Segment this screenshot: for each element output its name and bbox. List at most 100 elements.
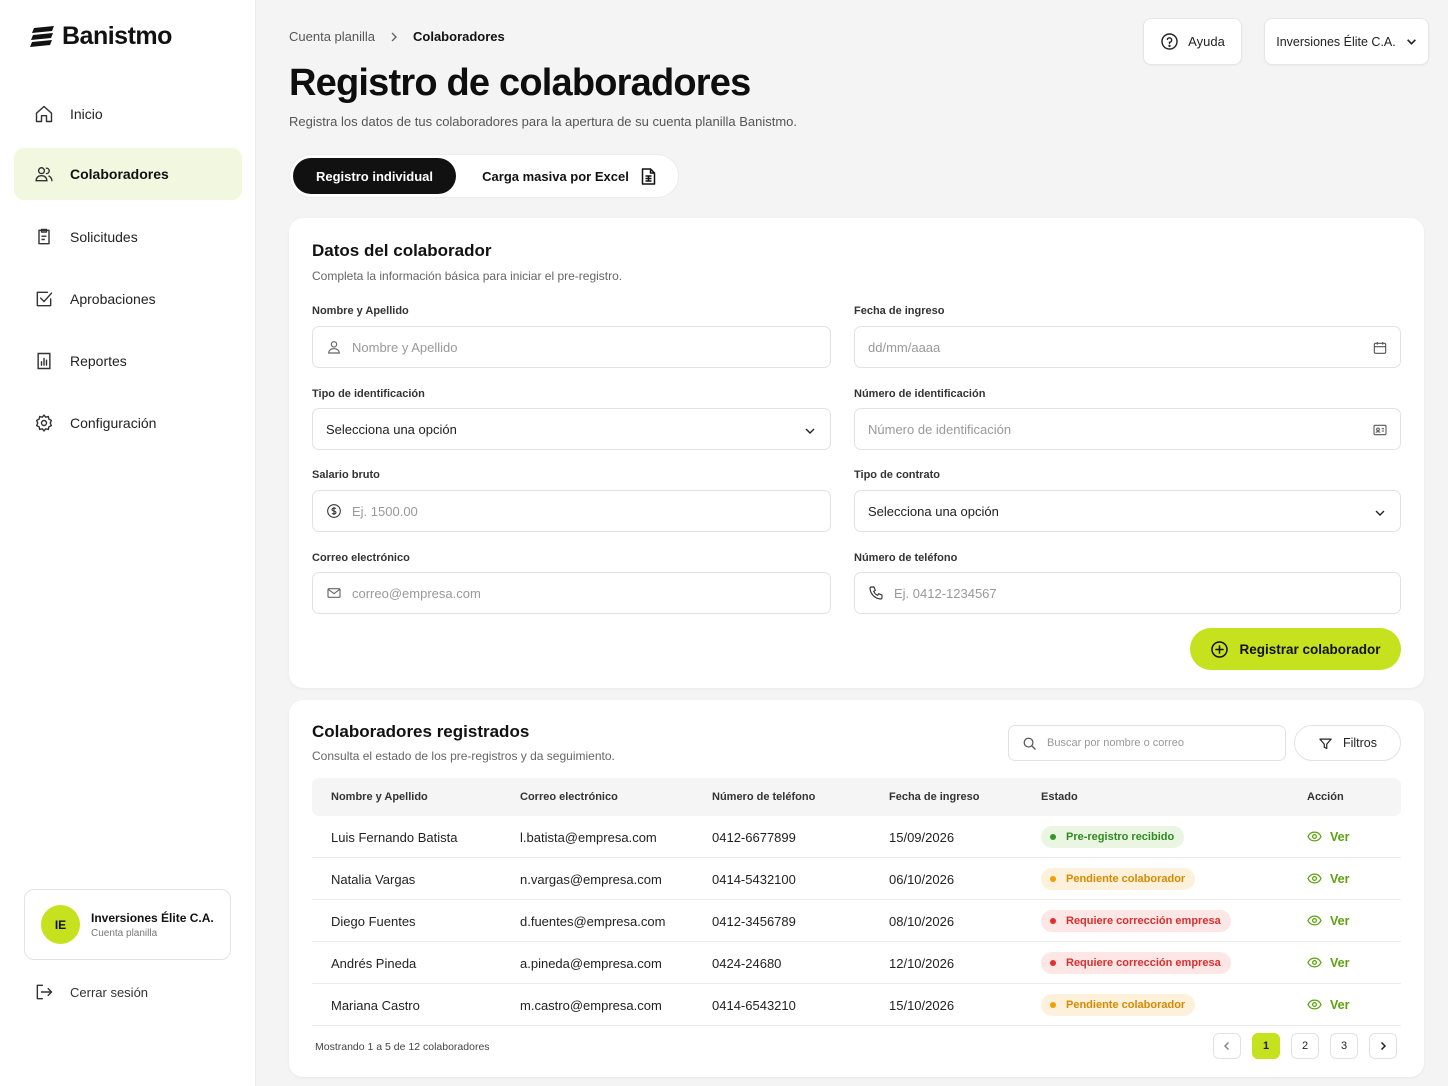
table-row: Luis Fernando Batista l.batista@empresa.… xyxy=(312,816,1401,858)
status-label: Pendiente colaborador xyxy=(1066,999,1186,1011)
form-subtitle: Completa la información básica para inic… xyxy=(312,269,623,283)
sidebar-item-reportes[interactable]: Reportes xyxy=(14,335,242,387)
chevron-down-icon xyxy=(1406,39,1416,45)
cell-phone: 0424-24680 xyxy=(712,956,782,971)
pagination-prev-button[interactable] xyxy=(1213,1033,1241,1059)
column-header-name: Nombre y Apellido xyxy=(331,791,428,803)
tab-carga-masiva[interactable]: Carga masiva por Excel xyxy=(466,158,672,194)
register-button[interactable]: Registrar colaborador xyxy=(1190,628,1401,670)
view-link[interactable]: Ver xyxy=(1307,871,1349,886)
email-field[interactable]: correo@empresa.com xyxy=(312,572,831,614)
sidebar-item-label: Configuración xyxy=(70,415,157,431)
sidebar-item-aprobaciones[interactable]: Aprobaciones xyxy=(14,273,242,325)
search-input[interactable]: Buscar por nombre o correo xyxy=(1047,737,1184,749)
help-icon xyxy=(1161,33,1178,50)
home-icon xyxy=(35,105,53,123)
company-label: Inversiones Élite C.A. xyxy=(1276,34,1396,49)
registered-employees-card: Colaboradores registrados Consulta el es… xyxy=(289,700,1424,1077)
id-type-value: Selecciona una opción xyxy=(326,421,457,437)
help-button[interactable]: Ayuda xyxy=(1143,18,1242,65)
name-field[interactable]: Nombre y Apellido xyxy=(312,326,831,368)
sidebar-item-configuracion[interactable]: Configuración xyxy=(14,397,242,449)
id-type-select[interactable]: Selecciona una opción xyxy=(312,408,831,450)
tab-registro-individual[interactable]: Registro individual xyxy=(293,158,456,194)
pagination-page-1[interactable]: 1 xyxy=(1252,1033,1280,1059)
sidebar-item-inicio[interactable]: Inicio xyxy=(14,88,242,140)
view-label: Ver xyxy=(1330,913,1350,928)
phone-input[interactable]: Ej. 0412-1234567 xyxy=(894,586,997,601)
status-label: Pendiente colaborador xyxy=(1066,873,1186,885)
chevron-right-icon xyxy=(1380,1041,1387,1051)
user-icon xyxy=(328,341,340,354)
date-input[interactable]: dd/mm/aaaa xyxy=(868,340,940,355)
table-row: Andrés Pineda a.pineda@empresa.com 0424-… xyxy=(312,942,1401,984)
view-link[interactable]: Ver xyxy=(1307,955,1349,970)
status-dot xyxy=(1050,1002,1056,1008)
pagination-summary: Mostrando 1 a 5 de 12 colaboradores xyxy=(315,1041,490,1053)
date-label: Fecha de ingreso xyxy=(854,305,945,317)
company-selector[interactable]: Inversiones Élite C.A. xyxy=(1264,18,1429,65)
salary-label: Salario bruto xyxy=(312,469,380,481)
sidebar-item-colaboradores[interactable]: Colaboradores xyxy=(14,148,242,200)
email-input[interactable]: correo@empresa.com xyxy=(352,586,481,601)
table-header: Nombre y Apellido Correo electrónico Núm… xyxy=(312,778,1401,816)
column-header-phone: Número de teléfono xyxy=(712,791,816,803)
calendar-icon[interactable] xyxy=(1372,340,1388,356)
brand-logo[interactable]: Banistmo xyxy=(30,22,172,51)
chevron-down-icon xyxy=(805,428,815,434)
logout-label: Cerrar sesión xyxy=(70,984,149,1000)
pagination-next-button[interactable] xyxy=(1369,1033,1397,1059)
cell-email: n.vargas@empresa.com xyxy=(520,872,662,887)
sidebar-item-label: Reportes xyxy=(70,353,127,369)
logout-button[interactable]: Cerrar sesión xyxy=(34,982,148,1002)
column-header-action: Acción xyxy=(1307,791,1344,803)
logout-icon xyxy=(36,984,53,1000)
cell-email: a.pineda@empresa.com xyxy=(520,956,662,971)
view-label: Ver xyxy=(1330,955,1350,970)
cell-name: Luis Fernando Batista xyxy=(331,830,458,845)
contract-select[interactable]: Selecciona una opción xyxy=(854,490,1401,532)
sidebar-item-solicitudes[interactable]: Solicitudes xyxy=(14,211,242,263)
cell-name: Andrés Pineda xyxy=(331,956,417,971)
table-subtitle: Consulta el estado de los pre-registros … xyxy=(312,749,615,763)
status-badge: Pendiente colaborador xyxy=(1041,868,1196,890)
status-dot xyxy=(1050,918,1056,924)
user-card[interactable]: IE Inversiones Élite C.A. Cuenta planill… xyxy=(24,889,231,960)
pagination-page-3[interactable]: 3 xyxy=(1330,1033,1358,1059)
salary-input[interactable]: Ej. 1500.00 xyxy=(352,504,418,519)
status-dot xyxy=(1050,834,1056,840)
view-link[interactable]: Ver xyxy=(1307,913,1349,928)
name-input[interactable]: Nombre y Apellido xyxy=(352,340,458,355)
mail-icon xyxy=(327,588,341,598)
search-field[interactable]: Buscar por nombre o correo xyxy=(1008,725,1286,761)
breadcrumb-item-cuenta-planilla[interactable]: Cuenta planilla xyxy=(289,29,375,44)
pagination-page-2[interactable]: 2 xyxy=(1291,1033,1319,1059)
eye-icon xyxy=(1307,831,1322,842)
status-dot xyxy=(1050,960,1056,966)
cell-date: 15/10/2026 xyxy=(889,998,955,1013)
user-name: Inversiones Élite C.A. xyxy=(91,910,214,925)
eye-icon xyxy=(1307,915,1322,926)
view-link[interactable]: Ver xyxy=(1307,997,1349,1012)
phone-field[interactable]: Ej. 0412-1234567 xyxy=(854,572,1401,614)
status-label: Pre-registro recibido xyxy=(1066,831,1175,843)
table-row: Natalia Vargas n.vargas@empresa.com 0414… xyxy=(312,858,1401,900)
cell-date: 06/10/2026 xyxy=(889,872,955,887)
brand-name: Banistmo xyxy=(62,22,172,50)
filters-button[interactable]: Filtros xyxy=(1294,725,1401,761)
report-icon xyxy=(37,352,51,370)
date-field[interactable]: dd/mm/aaaa xyxy=(854,326,1401,368)
page-title: Registro de colaboradores xyxy=(289,62,751,104)
cell-phone: 0412-3456789 xyxy=(712,914,796,929)
salary-field[interactable]: Ej. 1500.00 xyxy=(312,490,831,532)
id-number-input[interactable]: Número de identificación xyxy=(868,422,1011,437)
view-link[interactable]: Ver xyxy=(1307,829,1349,844)
form-title: Datos del colaborador xyxy=(312,241,492,260)
sidebar-item-label: Aprobaciones xyxy=(70,291,156,307)
filter-icon xyxy=(1319,738,1332,749)
id-number-field[interactable]: Número de identificación xyxy=(854,408,1401,450)
status-badge: Pre-registro recibido xyxy=(1041,826,1185,848)
chevron-left-icon xyxy=(1223,1041,1230,1051)
gear-icon xyxy=(35,414,53,432)
view-label: Ver xyxy=(1330,871,1350,886)
